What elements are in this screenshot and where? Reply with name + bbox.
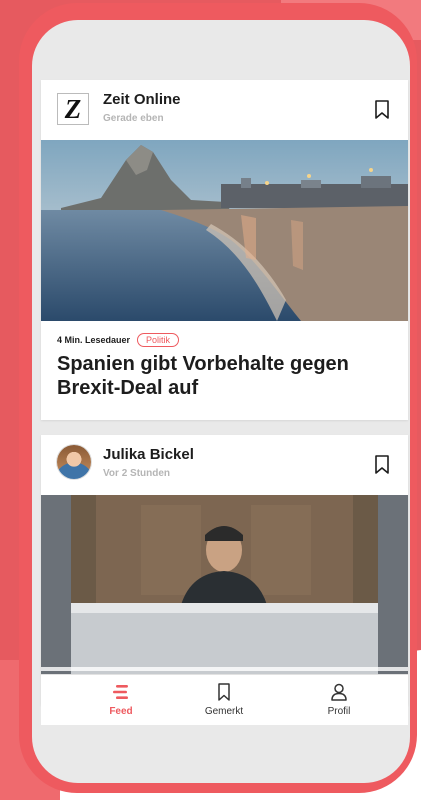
author-name[interactable]: Julika Bickel — [103, 446, 194, 463]
source-name[interactable]: Zeit Online — [103, 91, 181, 108]
article-image[interactable] — [41, 140, 408, 321]
bottom-navigation: Feed Gemerkt Profil — [41, 674, 408, 725]
bookmark-icon — [218, 683, 230, 701]
article-headline[interactable]: Spanien gibt Vorbehalte gegen Brexit-Dea… — [57, 352, 397, 400]
nav-gemerkt-label: Gemerkt — [204, 706, 244, 717]
phone-frame: Z Zeit Online Gerade eben 4 Min. Lesedau… — [19, 3, 417, 793]
card-header: Z Zeit Online Gerade eben — [41, 80, 408, 140]
card-header: Julika Bickel Vor 2 Stunden — [41, 435, 408, 495]
post-time: Vor 2 Stunden — [103, 468, 171, 479]
bookmark-icon[interactable] — [374, 100, 390, 120]
nav-profil[interactable]: Profil — [289, 675, 389, 725]
bookmark-icon[interactable] — [374, 455, 390, 475]
category-tag[interactable]: Politik — [137, 333, 180, 347]
article-card[interactable]: Z Zeit Online Gerade eben 4 Min. Lesedau… — [41, 80, 408, 420]
source-logo: Z — [57, 93, 89, 125]
nav-profil-label: Profil — [327, 706, 351, 717]
phone-screen: Z Zeit Online Gerade eben 4 Min. Lesedau… — [32, 20, 410, 783]
article-card[interactable]: Julika Bickel Vor 2 Stunden — [41, 435, 408, 705]
avatar[interactable] — [57, 445, 91, 479]
nav-feed[interactable]: Feed — [71, 675, 171, 725]
nav-feed-label: Feed — [109, 706, 133, 717]
article-meta: 4 Min. Lesedauer Politik — [57, 332, 180, 348]
nav-gemerkt[interactable]: Gemerkt — [174, 675, 274, 725]
gibraltar-image — [41, 140, 408, 321]
feed-icon — [113, 685, 128, 699]
read-time: 4 Min. Lesedauer — [57, 335, 131, 345]
post-time: Gerade eben — [103, 113, 164, 124]
profile-icon — [331, 683, 347, 701]
